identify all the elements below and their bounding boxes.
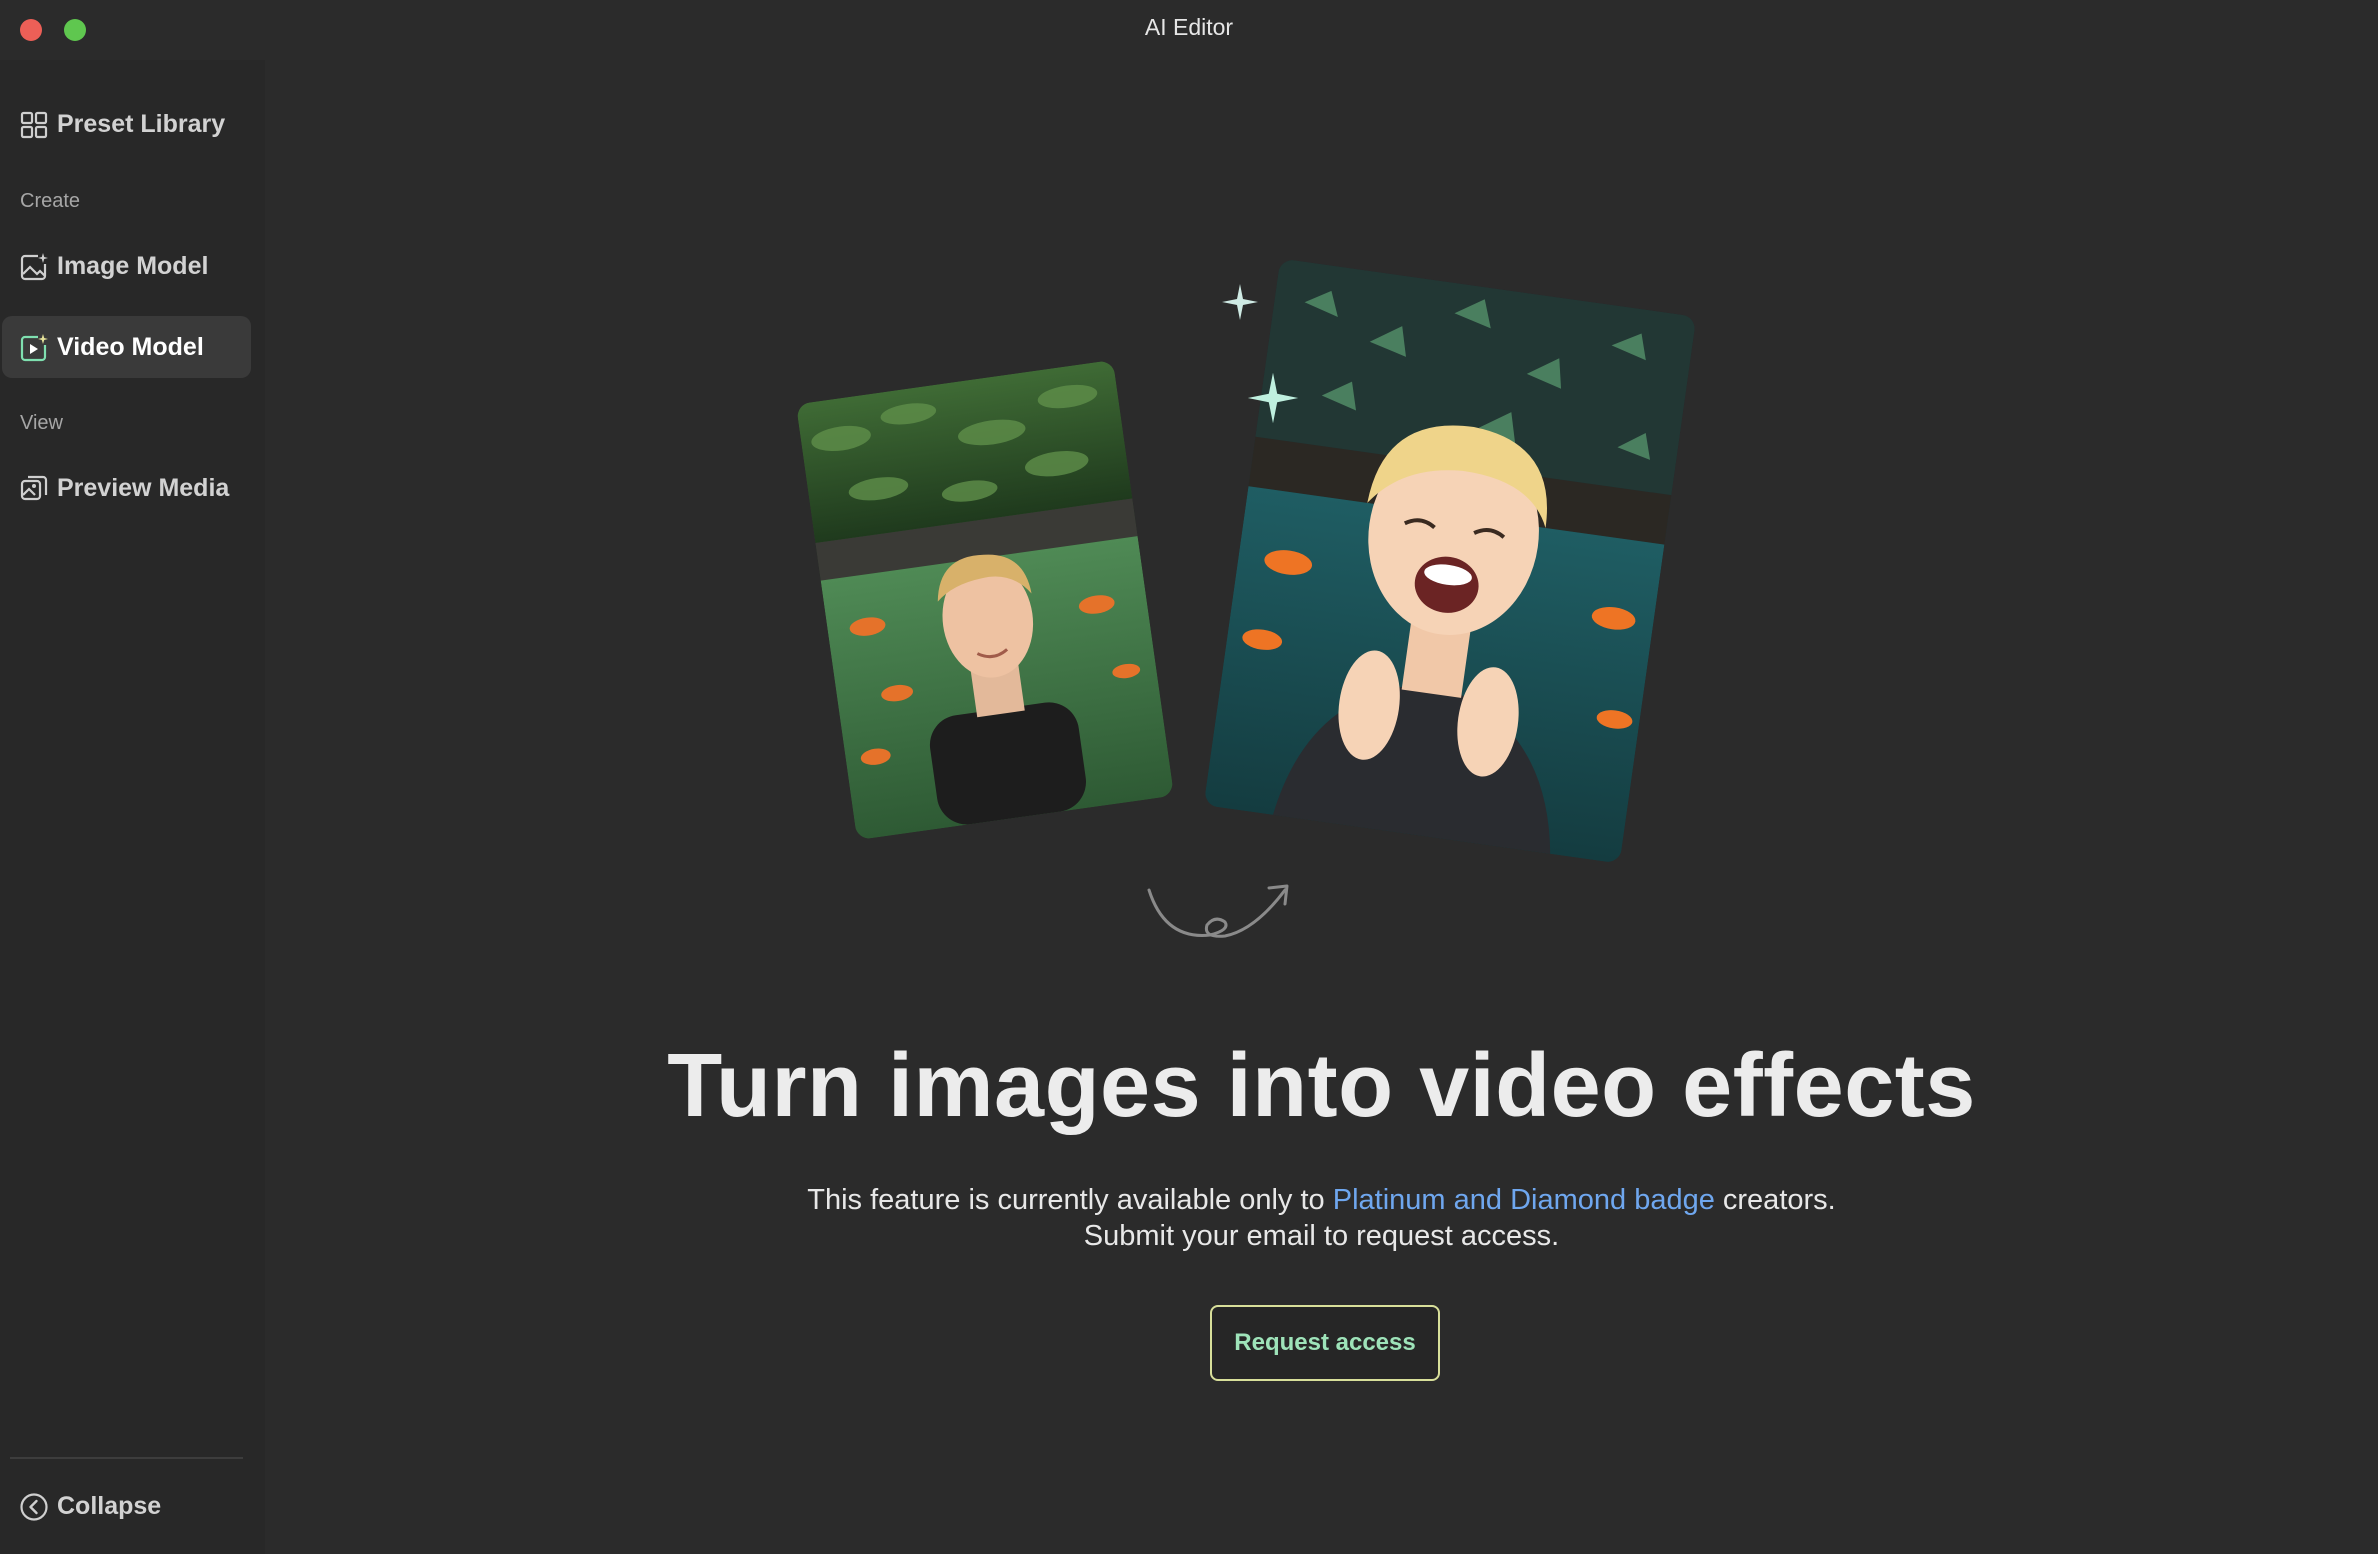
collapse-label: Collapse: [57, 1491, 162, 1520]
request-access-button[interactable]: Request access: [1210, 1305, 1440, 1381]
badge-info-link[interactable]: Platinum and Diamond badge: [1333, 1184, 1715, 1216]
sidebar-item-image-model[interactable]: Image Model: [2, 235, 251, 297]
main-content: Turn images into video effects This feat…: [265, 60, 2378, 1554]
sidebar-item-label: Video Model: [57, 332, 204, 361]
description-text: This feature is currently available only…: [807, 1184, 1333, 1216]
title-bar: AI Editor: [0, 0, 2378, 60]
page-title: Turn images into video effects: [667, 1036, 1976, 1136]
grid-icon: [20, 111, 48, 139]
description-text: creators.: [1714, 1184, 1836, 1216]
collapse-sidebar-button[interactable]: Collapse: [2, 1475, 251, 1537]
chevron-left-circle-icon: [20, 1493, 48, 1521]
video-sparkle-icon: [20, 334, 48, 362]
description-line-1: This feature is currently available only…: [265, 1184, 2378, 1217]
sidebar-item-video-model[interactable]: Video Model: [2, 316, 251, 378]
sidebar-item-label: Preset Library: [57, 109, 226, 138]
generated-anime-image: [1203, 258, 1697, 864]
sidebar-item-label: Preview Media: [57, 473, 230, 502]
curved-arrow-icon: [1147, 884, 1289, 938]
sidebar-item-preview-media[interactable]: Preview Media: [2, 457, 251, 519]
sidebar: Preset Library Create Image Model Video …: [0, 60, 265, 1554]
window-title: AI Editor: [1144, 14, 1234, 40]
section-label-view: View: [20, 412, 63, 434]
description-line-2: Submit your email to request access.: [1083, 1220, 1560, 1252]
section-label-create: Create: [20, 190, 81, 212]
original-photo-image: [795, 359, 1175, 841]
sidebar-divider: [10, 1457, 243, 1459]
image-sparkle-icon: [20, 253, 48, 281]
sparkle-icon: [1247, 372, 1299, 424]
media-preview-icon: [20, 475, 48, 501]
sidebar-item-preset-library[interactable]: Preset Library: [2, 93, 251, 155]
sparkle-icon: [1222, 284, 1258, 320]
sidebar-item-label: Image Model: [57, 251, 209, 280]
